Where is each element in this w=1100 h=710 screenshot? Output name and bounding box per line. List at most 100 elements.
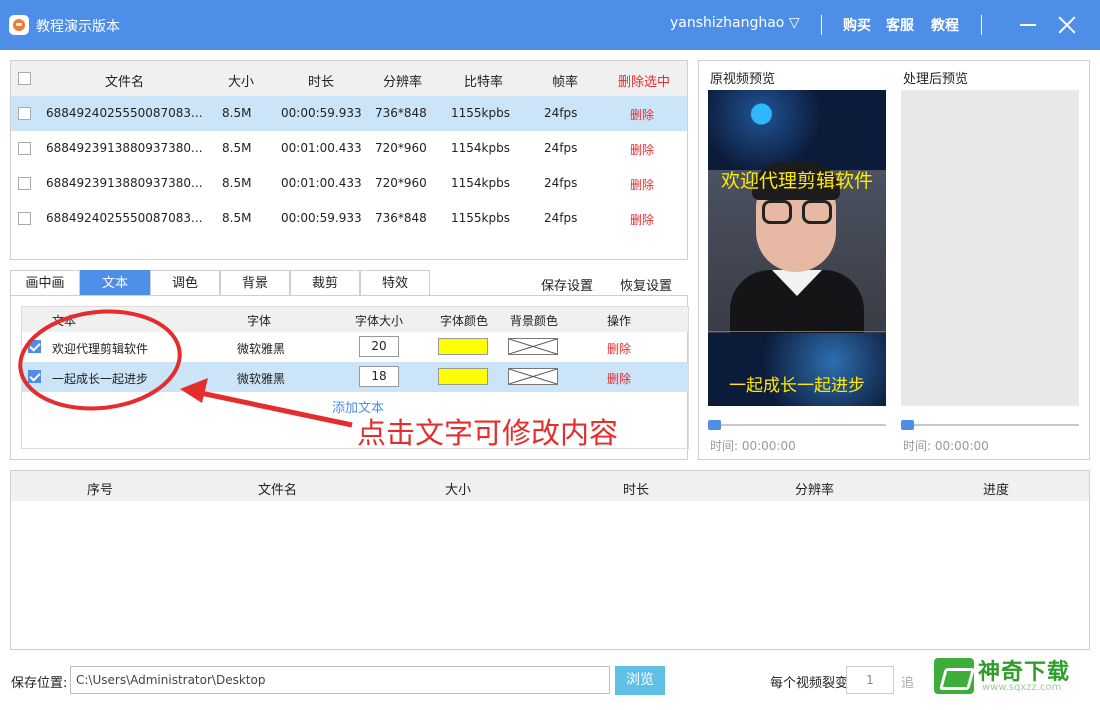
output-queue-panel: 序号 文件名 大小 时长 分辨率 进度 [10,470,1090,650]
bg-color-swatch[interactable] [508,368,558,385]
site-watermark: 神奇下载 www.sqxzz.com [920,650,1095,702]
file-resolution: 736*848 [375,211,427,225]
text-table-header: 文本 字体 字体大小 字体颜色 背景颜色 操作 [22,307,688,332]
font-color-swatch[interactable] [438,368,488,385]
browse-button[interactable]: 浏览 [615,666,665,695]
delete-text-button[interactable]: 删除 [607,370,631,387]
file-table-header: 文件名 大小 时长 分辨率 比特率 帧率 删除选中 [11,61,687,96]
file-size: 8.5M [222,211,252,225]
title-separator [981,15,982,35]
app-logo-icon [9,15,29,35]
text-row-checkbox[interactable] [28,370,41,383]
support-link[interactable]: 客服 [886,15,914,35]
minimize-icon[interactable] [1020,24,1036,26]
file-bitrate: 1154kpbs [451,176,510,190]
slider-handle[interactable] [901,420,914,430]
file-fps: 24fps [544,211,578,225]
col-action: 操作 [607,314,632,328]
file-bitrate: 1154kpbs [451,141,510,155]
text-content[interactable]: 一起成长一起进步 [52,370,148,387]
preview-divider [708,331,886,332]
split-count-label: 每个视频裂变 [770,676,849,691]
col-size: 大小 [445,483,472,498]
save-path-input[interactable]: C:\Users\Administrator\Desktop [70,666,610,694]
split-count-input[interactable]: 1 [846,666,894,694]
tab-crop[interactable]: 裁剪 [290,270,360,296]
font-color-swatch[interactable] [438,338,488,355]
tutorial-link[interactable]: 教程 [931,15,959,35]
file-list-panel: 文件名 大小 时长 分辨率 比特率 帧率 删除选中 68849240255500… [10,60,688,260]
glasses-left [762,200,792,224]
restore-settings-button[interactable]: 恢复设置 [620,275,672,294]
preview-panel: 原视频预览 处理后预览 欢迎代理剪辑软件 一起成长一起进步 时间: 00:00:… [698,60,1090,460]
file-resolution: 720*960 [375,176,427,190]
title-bar: 教程演示版本 yanshizhanghao ▽ 购买 客服 教程 [0,0,1100,50]
save-settings-button[interactable]: 保存设置 [541,275,593,294]
file-duration: 00:00:59.933 [281,106,362,120]
col-filename: 文件名 [258,483,298,498]
text-row[interactable]: 一起成长一起进步 微软雅黑 18 删除 [22,362,688,392]
tab-effects[interactable]: 特效 [360,270,430,296]
file-fps: 24fps [544,106,578,120]
file-size: 8.5M [222,106,252,120]
font-size-input[interactable]: 20 [359,336,399,357]
no-color-icon [509,339,557,354]
delete-row-button[interactable]: 删除 [630,106,654,123]
row-checkbox[interactable] [18,212,31,225]
processed-video-preview[interactable] [901,90,1079,406]
split-unit-label: 追 [901,676,915,691]
save-location-label: 保存位置: [11,676,68,691]
col-filename: 文件名 [105,75,145,90]
row-checkbox[interactable] [18,177,31,190]
text-row-checkbox[interactable] [28,340,41,353]
col-resolution: 分辨率 [795,483,835,498]
col-font: 字体 [247,314,272,328]
bg-color-swatch[interactable] [508,338,558,355]
delete-row-button[interactable]: 删除 [630,176,654,193]
text-font[interactable]: 微软雅黑 [237,340,285,357]
text-row[interactable]: 欢迎代理剪辑软件 微软雅黑 20 删除 [22,332,688,362]
col-index: 序号 [87,483,114,498]
delete-selected-button[interactable]: 删除选中 [618,71,670,90]
delete-row-button[interactable]: 删除 [630,141,654,158]
tab-text[interactable]: 文本 [80,270,150,296]
tab-color-grading[interactable]: 调色 [150,270,220,296]
table-row[interactable]: 6884924025550087083... 8.5M 00:00:59.933… [11,201,687,236]
slider-handle[interactable] [708,420,721,430]
file-bitrate: 1155kpbs [451,211,510,225]
table-row[interactable]: 6884923913880937380... 8.5M 00:01:00.433… [11,131,687,166]
preview-top-background [708,90,886,170]
file-name: 6884923913880937380... [46,176,203,190]
original-seek-slider[interactable] [708,420,886,430]
row-checkbox[interactable] [18,107,31,120]
close-icon[interactable] [1058,16,1076,34]
user-account-menu[interactable]: yanshizhanghao ▽ [670,15,800,31]
col-duration: 时长 [623,483,650,498]
tab-picture-in-picture[interactable]: 画中画 [10,270,80,296]
table-row[interactable]: 6884923913880937380... 8.5M 00:01:00.433… [11,166,687,201]
select-all-checkbox[interactable] [18,72,31,85]
processed-seek-slider[interactable] [901,420,1079,430]
original-video-preview[interactable]: 欢迎代理剪辑软件 一起成长一起进步 [708,90,886,406]
buy-link[interactable]: 购买 [843,15,871,35]
file-size: 8.5M [222,176,252,190]
processed-preview-label: 处理后预览 [903,72,969,87]
preview-person [708,162,886,340]
file-size: 8.5M [222,141,252,155]
col-resolution: 分辨率 [383,75,423,90]
text-content[interactable]: 欢迎代理剪辑软件 [52,340,148,357]
watermark-url: www.sqxzz.com [982,682,1062,693]
text-font[interactable]: 微软雅黑 [237,370,285,387]
file-resolution: 720*960 [375,141,427,155]
file-duration: 00:01:00.433 [281,141,362,155]
tab-background[interactable]: 背景 [220,270,290,296]
col-duration: 时长 [308,75,335,90]
table-row[interactable]: 6884924025550087083... 8.5M 00:00:59.933… [11,96,687,131]
col-bg-color: 背景颜色 [510,314,559,328]
file-bitrate: 1155kpbs [451,106,510,120]
file-duration: 00:00:59.933 [281,211,362,225]
delete-row-button[interactable]: 删除 [630,211,654,228]
row-checkbox[interactable] [18,142,31,155]
font-size-input[interactable]: 18 [359,366,399,387]
delete-text-button[interactable]: 删除 [607,340,631,357]
